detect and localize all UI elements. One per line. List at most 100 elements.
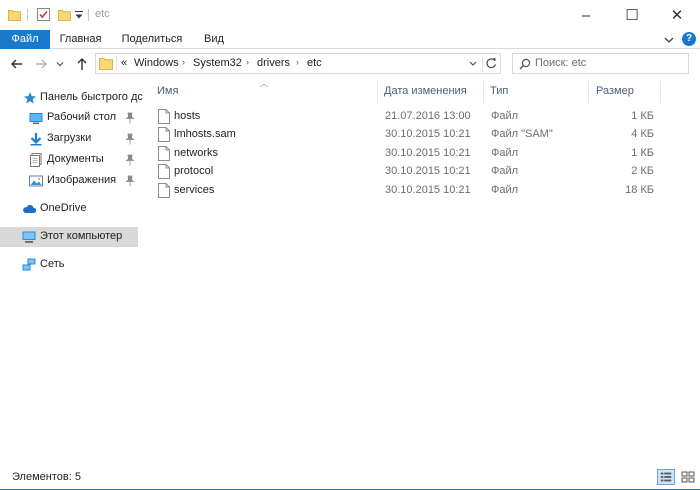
column-header-size[interactable]: Размер xyxy=(596,79,634,103)
chevron-right-icon[interactable]: › xyxy=(296,57,299,67)
file-list: Имя ︿ Дата изменения Тип Размер hosts 21… xyxy=(140,79,700,463)
help-button[interactable]: ? xyxy=(682,32,696,46)
cloud-icon xyxy=(23,205,36,213)
file-row[interactable]: protocol 30.10.2015 10:21 Файл 2 КБ xyxy=(154,162,674,181)
file-type: Файл xyxy=(491,184,519,196)
sidebar-item-quick-access[interactable]: Панель быстрого дс xyxy=(0,88,143,108)
file-name: protocol xyxy=(174,165,214,177)
file-size: 1 КБ xyxy=(631,147,654,159)
divider xyxy=(116,56,117,71)
sidebar-item-label: Сеть xyxy=(40,258,65,270)
file-type: Файл xyxy=(491,110,519,122)
back-arrow-icon[interactable] xyxy=(9,56,25,72)
column-divider[interactable] xyxy=(483,82,484,102)
file-size: 18 КБ xyxy=(625,184,654,196)
status-bar: Элементов: 5 xyxy=(0,463,700,490)
folder-icon xyxy=(8,10,21,21)
computer-icon xyxy=(22,231,36,243)
search-icon xyxy=(519,58,531,70)
file-icon xyxy=(158,146,170,161)
file-size: 2 КБ xyxy=(631,165,654,177)
pin-icon[interactable] xyxy=(125,154,135,166)
chevron-right-icon[interactable]: › xyxy=(182,57,185,67)
breadcrumb-drivers[interactable]: drivers xyxy=(257,57,290,69)
column-header-type[interactable]: Тип xyxy=(490,79,508,103)
breadcrumb-system32[interactable]: System32 xyxy=(193,57,242,69)
sidebar-item-label: Рабочий стол xyxy=(47,111,117,123)
chevron-down-icon[interactable] xyxy=(662,33,676,47)
file-row[interactable]: hosts 21.07.2016 13:00 Файл 1 КБ xyxy=(154,107,674,126)
maximize-button[interactable]: ☐ xyxy=(609,0,655,30)
sidebar-item-network[interactable]: Сеть xyxy=(0,255,140,275)
breadcrumb-windows[interactable]: Windows xyxy=(134,57,179,69)
documents-icon xyxy=(30,153,42,167)
details-view-icon[interactable] xyxy=(657,469,675,485)
minimize-button[interactable]: – xyxy=(563,0,609,30)
column-header-date[interactable]: Дата изменения xyxy=(384,79,467,103)
window-title: etc xyxy=(95,8,110,20)
column-divider[interactable] xyxy=(377,82,378,102)
toolbar-separator xyxy=(27,9,28,21)
chevron-right-icon[interactable]: › xyxy=(246,57,249,67)
search-input[interactable]: Поиск: etc xyxy=(512,53,689,74)
pictures-icon xyxy=(29,175,43,187)
pin-icon[interactable] xyxy=(125,112,135,124)
tab-home[interactable]: Главная xyxy=(53,30,108,49)
file-icon xyxy=(158,183,170,198)
search-placeholder: Поиск: etc xyxy=(535,57,587,69)
sidebar-item-desktop[interactable]: Рабочий стол xyxy=(0,108,140,128)
file-date: 30.10.2015 10:21 xyxy=(385,128,471,140)
file-name: services xyxy=(174,184,215,196)
large-icons-view-icon[interactable] xyxy=(679,469,697,485)
sidebar-item-label: Панель быстрого дс xyxy=(40,91,143,103)
file-type: Файл "SAM" xyxy=(491,128,553,140)
address-bar[interactable]: « Windows › System32 › drivers › etc xyxy=(95,53,501,74)
recent-locations-chevron-icon[interactable] xyxy=(55,58,65,70)
sidebar-item-pictures[interactable]: Изображения xyxy=(0,171,140,191)
file-date: 21.07.2016 13:00 xyxy=(385,110,471,122)
sidebar-item-downloads[interactable]: Загрузки xyxy=(0,129,140,149)
address-history-chevron-icon[interactable] xyxy=(466,57,480,70)
customize-toolbar-icon[interactable] xyxy=(74,9,84,21)
file-name: hosts xyxy=(174,110,201,122)
ribbon: Файл Главная Поделиться Вид ? xyxy=(0,30,700,49)
folder-icon xyxy=(99,58,113,70)
column-divider[interactable] xyxy=(588,82,589,102)
sidebar-item-onedrive[interactable]: OneDrive xyxy=(0,199,140,219)
file-size: 4 КБ xyxy=(631,128,654,140)
sidebar-item-this-pc[interactable]: Этот компьютер xyxy=(0,227,138,247)
column-header-name[interactable]: Имя xyxy=(157,79,178,103)
tab-share[interactable]: Поделиться xyxy=(114,30,190,49)
close-button[interactable]: ✕ xyxy=(654,0,700,30)
forward-arrow-icon[interactable] xyxy=(33,56,49,72)
tab-file[interactable]: Файл xyxy=(0,30,50,49)
file-row[interactable]: networks 30.10.2015 10:21 Файл 1 КБ xyxy=(154,144,674,163)
file-type: Файл xyxy=(491,147,519,159)
file-icon xyxy=(158,164,170,179)
breadcrumb-etc[interactable]: etc xyxy=(307,57,322,69)
up-arrow-icon[interactable] xyxy=(74,56,90,72)
download-icon xyxy=(30,133,42,146)
navigation-bar: « Windows › System32 › drivers › etc Пои… xyxy=(0,49,700,79)
toolbar-separator xyxy=(88,9,89,21)
column-divider[interactable] xyxy=(660,82,661,102)
sidebar-item-label: Изображения xyxy=(47,174,117,186)
navigation-pane: Панель быстрого дс Рабочий стол Загрузки… xyxy=(0,79,143,463)
tab-view[interactable]: Вид xyxy=(196,30,232,49)
file-name: lmhosts.sam xyxy=(174,128,236,140)
refresh-icon[interactable] xyxy=(482,55,500,72)
file-row[interactable]: services 30.10.2015 10:21 Файл 18 КБ xyxy=(154,181,674,200)
item-count: Элементов: 5 xyxy=(12,471,81,483)
sidebar-item-label: OneDrive xyxy=(40,202,87,214)
file-date: 30.10.2015 10:21 xyxy=(385,165,471,177)
file-icon xyxy=(158,127,170,142)
network-icon xyxy=(22,258,36,271)
pin-icon[interactable] xyxy=(125,175,135,187)
sidebar-item-documents[interactable]: Документы xyxy=(0,150,140,170)
breadcrumb-overflow[interactable]: « xyxy=(121,57,127,69)
new-folder-icon[interactable] xyxy=(58,8,71,21)
file-date: 30.10.2015 10:21 xyxy=(385,147,471,159)
properties-icon[interactable] xyxy=(37,8,50,21)
pin-icon[interactable] xyxy=(125,133,135,145)
file-row[interactable]: lmhosts.sam 30.10.2015 10:21 Файл "SAM" … xyxy=(154,125,674,144)
